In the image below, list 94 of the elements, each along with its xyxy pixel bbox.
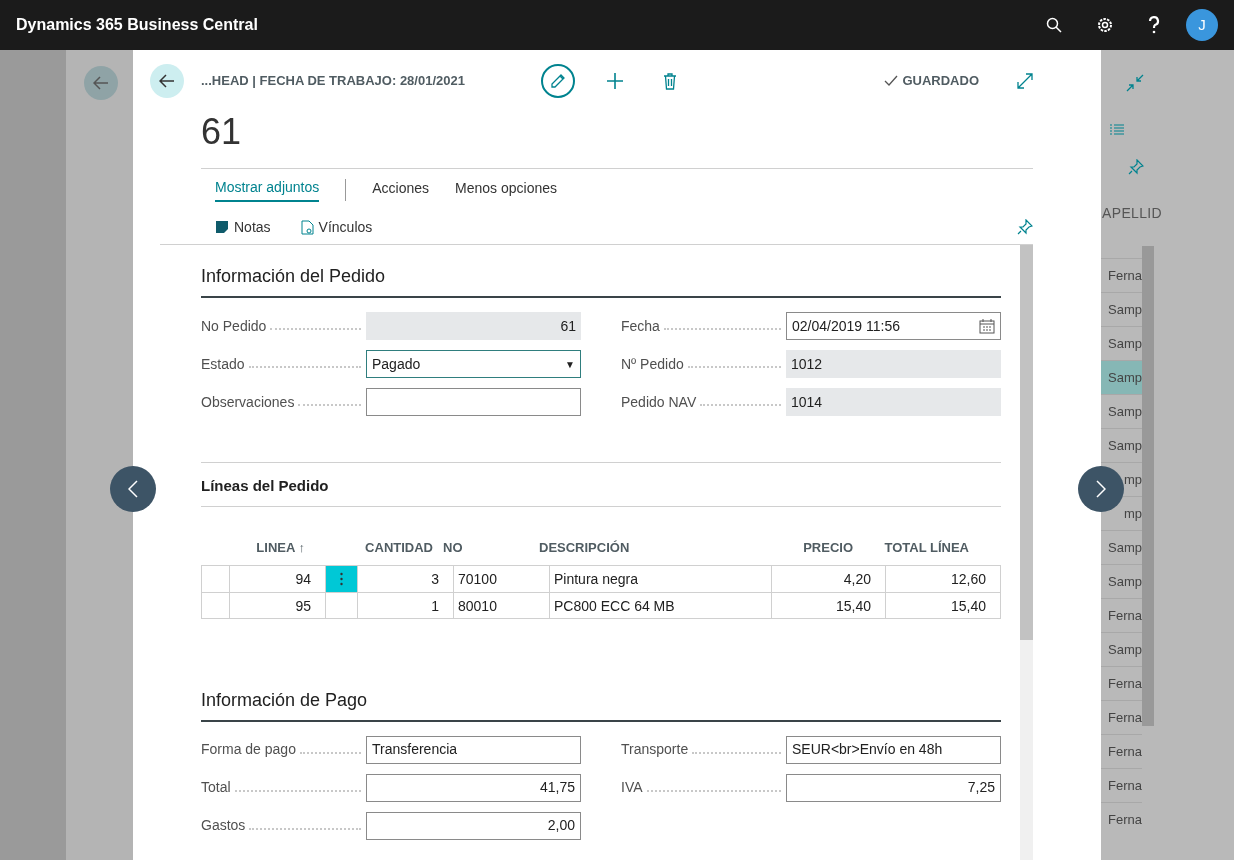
column-header: LINEA ↑ [255, 538, 306, 557]
list-row[interactable]: Samp [1108, 531, 1142, 564]
table-cell-text: 12,60 [949, 569, 987, 589]
row-menu-button[interactable] [326, 565, 358, 592]
settings-icon[interactable] [1096, 16, 1114, 34]
user-avatar[interactable]: J [1186, 9, 1218, 41]
column-header: TOTAL LÍNEA [883, 538, 970, 557]
chevron-right-icon [1096, 480, 1106, 498]
list-row[interactable]: Samp [1108, 293, 1142, 326]
pin-icon[interactable] [1128, 159, 1144, 175]
back-arrow-icon [159, 74, 175, 88]
action-tab[interactable]: Acciones [372, 178, 430, 201]
field-label: Gastos [201, 816, 246, 835]
list-row[interactable]: Ferna [1108, 701, 1142, 734]
input-field[interactable]: 1014 [786, 388, 1001, 416]
input-field[interactable]: 1012 [786, 350, 1001, 378]
date-field[interactable]: 02/04/2019 11:56 [786, 312, 1001, 340]
table-cell: 15,40 [772, 592, 886, 618]
table-cell: PC800 ECC 64 MB [550, 592, 772, 618]
section-title: Líneas del Pedido [201, 475, 1001, 507]
field-label: Fecha [621, 316, 660, 336]
action-link[interactable]: Notas [215, 216, 271, 238]
table-cell: 3 [358, 565, 454, 592]
save-status: GUARDADO [902, 72, 979, 91]
pencil-icon [550, 73, 566, 89]
chevron-left-icon [128, 480, 138, 498]
record-title: 61 [201, 112, 243, 154]
section-title: Información del Pedido [201, 263, 1001, 298]
column-header: NO [442, 538, 464, 557]
section-title: Información de Pago [201, 686, 1001, 722]
column-header: PRECIO [802, 538, 854, 557]
field-label: Pedido NAV [621, 392, 697, 412]
field-label: No Pedido [201, 316, 267, 336]
list-row[interactable]: Samp [1108, 327, 1142, 360]
list-row[interactable]: Samp [1108, 429, 1142, 462]
calendar-icon [979, 318, 995, 334]
list-row[interactable]: Samp [1108, 565, 1142, 598]
caret-icon: ▼ [565, 356, 575, 372]
input-field[interactable]: 61 [366, 312, 581, 340]
table-cell: 95 [230, 592, 326, 618]
note-icon [215, 220, 229, 234]
field-label: Forma de pago [201, 740, 296, 759]
action-tab[interactable]: Mostrar adjuntos [215, 177, 320, 202]
document-link-icon [300, 219, 314, 235]
table-cell: 4,20 [772, 565, 886, 592]
input-field[interactable] [366, 388, 581, 416]
help-icon[interactable] [1148, 16, 1160, 34]
field-label: Observaciones [201, 392, 295, 412]
table-cell: 70100 [454, 565, 550, 592]
column-header: APELLID [1101, 204, 1164, 223]
plus-icon[interactable] [606, 72, 624, 90]
field-label: Nº Pedido [621, 354, 684, 374]
back-button[interactable] [84, 66, 118, 100]
input-field[interactable]: SEUR<br>Envío en 48h [786, 735, 1001, 764]
back-button[interactable] [150, 64, 184, 98]
field-label: Total [201, 778, 231, 797]
trash-icon[interactable] [663, 72, 677, 90]
input-field[interactable]: Transferencia [366, 735, 581, 764]
table-cell: 1 [358, 592, 454, 618]
list-row[interactable]: mp [1123, 497, 1142, 530]
list-row[interactable]: Samp [1108, 395, 1142, 428]
input-field[interactable]: 41,75 [366, 773, 581, 802]
list-row[interactable]: Ferna [1108, 735, 1142, 768]
expand-icon[interactable] [1017, 73, 1033, 89]
check-icon [884, 75, 899, 87]
list-row[interactable]: mp [1123, 463, 1142, 496]
edit-button[interactable] [541, 64, 575, 98]
table-cell-text: 15,40 [949, 596, 987, 616]
table-cell: 80010 [454, 592, 550, 618]
list-row[interactable]: Ferna [1108, 769, 1142, 802]
search-icon[interactable] [1046, 17, 1062, 33]
list-row[interactable]: Ferna [1108, 259, 1142, 292]
field-label: IVA [621, 778, 643, 797]
collapse-icon[interactable] [1126, 74, 1144, 92]
back-arrow-icon [93, 76, 109, 90]
field-label: Transporte [621, 740, 689, 759]
list-row[interactable]: Samp [1100, 361, 1142, 394]
list-row[interactable]: Ferna [1108, 803, 1142, 836]
column-header: CANTIDAD [364, 538, 434, 557]
column-header: DESCRIPCIÓN [538, 538, 631, 557]
input-field[interactable]: 2,00 [366, 811, 581, 840]
list-row[interactable]: Samp [1108, 633, 1142, 666]
field-label: Estado [201, 354, 245, 374]
more-icon [340, 571, 343, 586]
input-field[interactable]: 7,25 [786, 773, 1001, 802]
app-title: Dynamics 365 Business Central [16, 15, 258, 35]
dropdown-field[interactable]: Pagado ▼ [366, 350, 581, 378]
breadcrumb: ...HEAD | FECHA DE TRABAJO: 28/01/2021 [201, 72, 466, 91]
pin-icon[interactable] [1017, 219, 1033, 235]
table-cell: Pintura negra [550, 565, 772, 592]
list-row[interactable]: Ferna [1108, 667, 1142, 700]
action-link[interactable]: Vínculos [300, 216, 373, 238]
list-row[interactable]: Ferna [1108, 599, 1142, 632]
action-tab[interactable]: Menos opciones [455, 178, 558, 201]
